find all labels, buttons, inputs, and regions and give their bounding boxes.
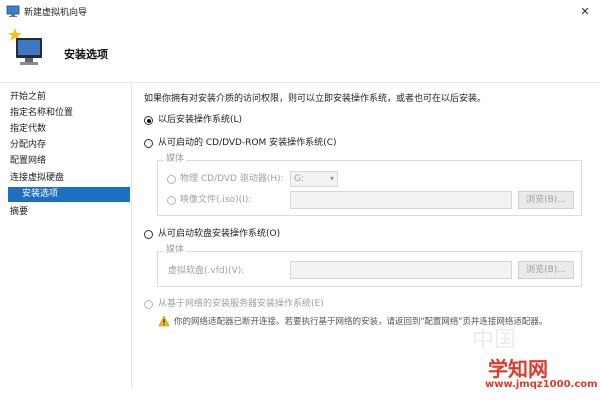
watermark-faint-text: 中国 — [472, 328, 517, 353]
close-icon[interactable]: ✕ — [580, 5, 589, 18]
watermark-url: www.jmqz1000.com — [485, 379, 598, 390]
image-file-input[interactable] — [290, 191, 512, 209]
browse-iso-button[interactable]: 浏览(B)... — [518, 191, 574, 209]
title-bar — [0, 0, 600, 23]
watermark-site-name: 学知网 — [488, 357, 548, 381]
sidebar-item-networking[interactable]: 配置网络 — [10, 154, 46, 169]
page-title: 安装选项 — [64, 48, 108, 61]
cd-media-legend: 媒体 — [164, 154, 187, 165]
hyperv-app-icon — [6, 4, 20, 18]
window-title: 新建虚拟机向导 — [24, 8, 88, 18]
radio-install-later[interactable] — [144, 116, 153, 125]
label-install-later[interactable]: 以后安装操作系统(L) — [158, 114, 242, 126]
radio-install-network[interactable] — [144, 300, 153, 309]
chevron-down-icon: ▾ — [329, 174, 334, 183]
sidebar-item-summary[interactable]: 摘要 — [10, 205, 28, 220]
label-image-file: 映像文件(.iso)(I): — [180, 195, 252, 205]
sidebar-item-label: 安装选项 — [22, 189, 59, 199]
radio-image-file[interactable] — [167, 196, 176, 205]
drive-select-value: G: — [294, 174, 305, 184]
label-vfd: 虚拟软盘(.vfd)(V): — [168, 266, 245, 276]
drive-select[interactable]: G: ▾ — [290, 171, 338, 187]
floppy-media-legend: 媒体 — [164, 245, 187, 256]
label-install-floppy[interactable]: 从可启动软盘安装操作系统(O) — [158, 228, 280, 240]
browse-vfd-button[interactable]: 浏览(B)... — [518, 261, 574, 279]
warning-icon — [158, 315, 170, 327]
monitor-wizard-icon — [6, 26, 46, 72]
sidebar-item-generation[interactable]: 指定代数 — [10, 122, 46, 137]
radio-physical-drive[interactable] — [167, 175, 176, 184]
radio-install-floppy[interactable] — [144, 230, 153, 239]
vfd-file-input[interactable] — [290, 261, 512, 279]
close-button[interactable]: ✕ — [570, 0, 600, 22]
sidebar-item-before-you-begin[interactable]: 开始之前 — [10, 90, 46, 105]
label-install-network: 从基于网络的安装服务器安装操作系统(E) — [158, 299, 324, 309]
sidebar-item-memory[interactable]: 分配内存 — [10, 138, 46, 153]
sidebar-item-installation-options[interactable]: 安装选项 — [8, 187, 130, 202]
intro-text: 如果你拥有对安装介质的访问权限，则可以立即安装操作系统，或者也可在以后安装。 — [144, 94, 487, 104]
sidebar-item-virtual-disk[interactable]: 连接虚拟硬盘 — [10, 171, 64, 186]
label-physical-drive: 物理 CD/DVD 驱动器(H): — [180, 174, 284, 184]
sidebar-item-name-location[interactable]: 指定名称和位置 — [10, 106, 73, 121]
radio-install-cd-dvd[interactable] — [144, 139, 153, 148]
label-install-cd-dvd[interactable]: 从可启动的 CD/DVD-ROM 安装操作系统(C) — [158, 137, 337, 149]
